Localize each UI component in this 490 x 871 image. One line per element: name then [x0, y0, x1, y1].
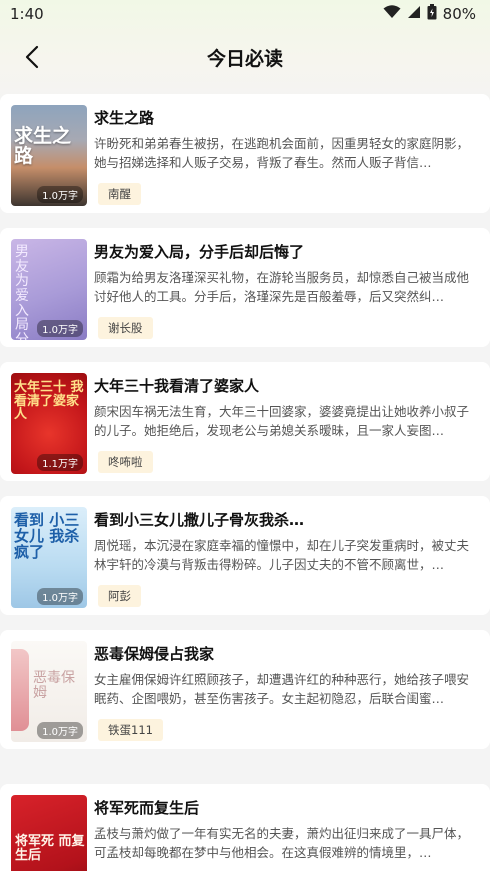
wifi-icon	[383, 5, 401, 23]
cover-title: 大年三十 我看清了婆家人	[14, 380, 84, 423]
cover-title: 求生之路	[14, 125, 72, 167]
author-tag: 铁蛋111	[98, 719, 163, 741]
cover-figure	[11, 649, 29, 731]
word-count: 1.0万字	[37, 588, 83, 605]
book-cover[interactable]: 求生之路 1.0万字	[11, 105, 87, 206]
word-count: 1.0万字	[37, 722, 83, 739]
book-description: 周悦瑶，本沉浸在家庭幸福的憧憬中，却在儿子突发重病时，被丈夫林宇轩的冷漠与背叛击…	[94, 538, 470, 572]
book-description: 许盼死和弟弟春生被拐，在逃跑机会面前，因重男轻女的家庭阴影，她与招娣选择和人贩子…	[94, 136, 470, 170]
chevron-left-icon	[25, 45, 39, 69]
cover-title: 将军死 而复生后	[15, 834, 85, 863]
book-title[interactable]: 恶毒保姆侵占我家	[94, 643, 474, 664]
author-tag: 阿彭	[98, 585, 141, 607]
battery-level: 80%	[442, 5, 476, 23]
status-time: 1:40	[10, 5, 44, 23]
book-cover[interactable]: 看到 小三女儿 我杀疯了 1.0万字	[11, 507, 87, 608]
book-title[interactable]: 将军死而复生后	[94, 797, 474, 818]
book-cover[interactable]: 恶毒保姆 1.0万字	[11, 641, 87, 742]
book-title[interactable]: 求生之路	[94, 107, 474, 128]
book-card[interactable]: 求生之路 1.0万字 求生之路 许盼死和弟弟春生被拐，在逃跑机会面前，因重男轻女…	[0, 94, 490, 213]
screen: 1:40 80% 今日必读 求生之路 1.0万字 求生之路 许盼死和弟弟春生被拐…	[0, 0, 490, 871]
author-tag: 南醒	[98, 183, 141, 205]
status-bar: 1:40 80%	[0, 0, 490, 28]
app-header: 今日必读	[0, 34, 490, 80]
word-count: 1.1万字	[37, 454, 83, 471]
book-card[interactable]: 恶毒保姆 1.0万字 恶毒保姆侵占我家 女主雇佣保姆许红照顾孩子，却遭遇许红的种…	[0, 630, 490, 749]
cover-title: 看到 小三女儿 我杀疯了	[14, 511, 80, 561]
book-card[interactable]: 看到 小三女儿 我杀疯了 1.0万字 看到小三女儿撒儿子骨灰我杀… 周悦瑶，本沉…	[0, 496, 490, 615]
book-description: 颜宋因车祸无法生育，大年三十回婆家，婆婆竟提出让她收养小叔子的儿子。她拒绝后，发…	[94, 404, 470, 438]
cover-title: 男友为爱入局 分手后悔	[15, 244, 29, 340]
signal-icon	[407, 5, 421, 23]
cover-title: 恶毒保姆	[33, 670, 75, 701]
book-title[interactable]: 看到小三女儿撒儿子骨灰我杀…	[94, 509, 474, 530]
book-card[interactable]: 将军死 而复生后 将军死而复生后 孟枝与萧灼做了一年有实无名的夫妻，萧灼出征归来…	[0, 784, 490, 871]
author-tag: 谢长股	[98, 317, 153, 339]
book-card[interactable]: 男友为爱入局 分手后悔 1.0万字 男友为爱入局，分手后却后悔了 顾霜为给男友洛…	[0, 228, 490, 347]
book-cover[interactable]: 男友为爱入局 分手后悔 1.0万字	[11, 239, 87, 340]
book-cover[interactable]: 大年三十 我看清了婆家人 1.1万字	[11, 373, 87, 474]
battery-icon	[427, 4, 437, 24]
back-button[interactable]	[14, 40, 50, 74]
book-title[interactable]: 大年三十我看清了婆家人	[94, 375, 474, 396]
book-title[interactable]: 男友为爱入局，分手后却后悔了	[94, 241, 474, 262]
word-count: 1.0万字	[37, 186, 83, 203]
status-icons: 80%	[383, 4, 476, 24]
book-card[interactable]: 大年三十 我看清了婆家人 1.1万字 大年三十我看清了婆家人 颜宋因车祸无法生育…	[0, 362, 490, 481]
book-cover[interactable]: 将军死 而复生后	[11, 795, 87, 871]
book-description: 顾霜为给男友洛瑾深买礼物，在游轮当服务员，却惊悉自己被当成他讨好他人的工具。分手…	[94, 270, 470, 304]
book-description: 孟枝与萧灼做了一年有实无名的夫妻，萧灼出征归来成了一具尸体，可孟枝却每晚都在梦中…	[94, 826, 470, 860]
author-tag: 咚咘啦	[98, 451, 153, 473]
book-description: 女主雇佣保姆许红照顾孩子，却遭遇许红的种种恶行，她给孩子喂安眠药、企图喂奶，甚至…	[94, 672, 470, 706]
word-count: 1.0万字	[37, 320, 83, 337]
page-title: 今日必读	[206, 47, 283, 70]
